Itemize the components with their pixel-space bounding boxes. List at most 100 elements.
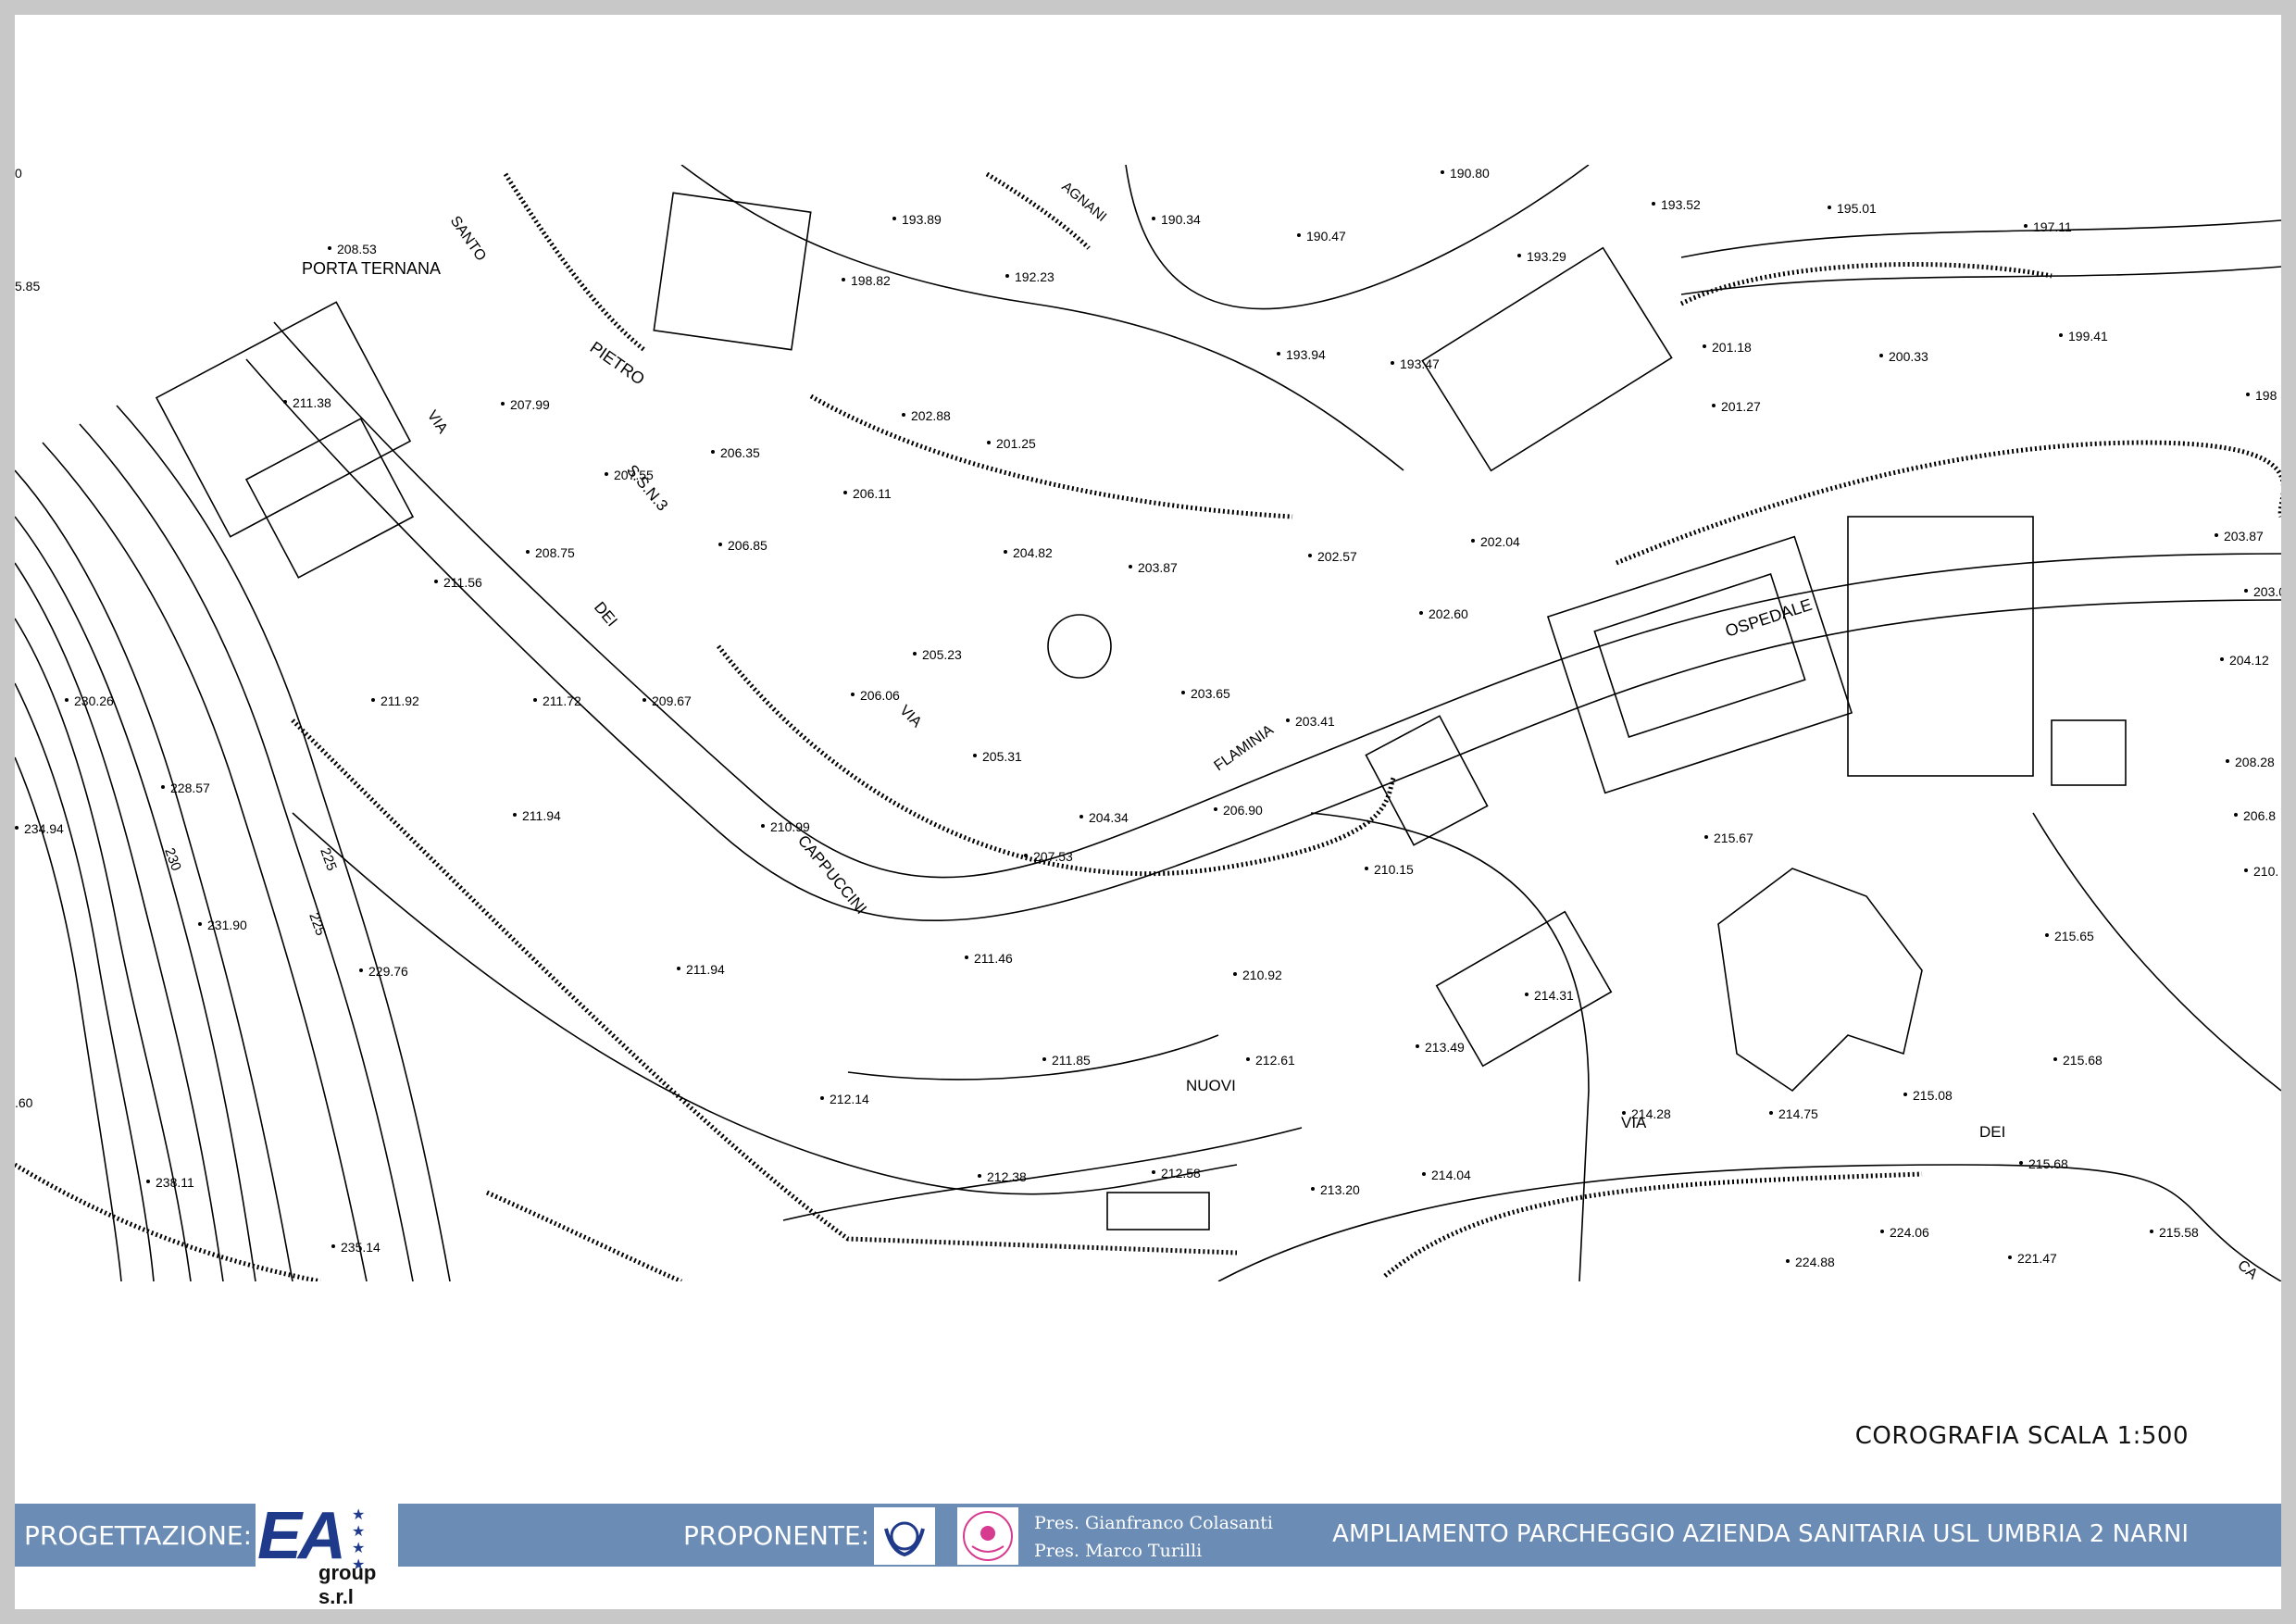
elevation-label: 202.88: [911, 408, 951, 423]
elevation-label: 213.20: [1320, 1182, 1360, 1197]
elevation-label: 208.28: [2235, 755, 2275, 769]
elevation-label: 214.31: [1534, 988, 1574, 1003]
survey-point: [328, 246, 331, 250]
elevation-label: 207.53: [1033, 849, 1073, 864]
survey-point: [1042, 1057, 1046, 1061]
elevation-label: 195.01: [1837, 201, 1877, 216]
survey-point: [1214, 807, 1217, 811]
survey-point: [2244, 589, 2248, 593]
presidents-block: Pres. Gianfranco Colasanti Pres. Marco T…: [1034, 1509, 1273, 1565]
cadastral-map[interactable]: PORTA TERNANA SANTO PIETRO VIA S.S.N.3 DEI CAP…: [15, 165, 2281, 1281]
street-label-cappuccini: CAPPUCCINI: [794, 831, 870, 918]
elevation-label: 193.29: [1527, 249, 1566, 264]
survey-point: [2220, 657, 2224, 661]
elevation-label: 193.52: [1661, 197, 1701, 212]
elevation-label: 208.53: [337, 242, 377, 256]
elevation-label: 199.41: [2068, 329, 2108, 344]
survey-point: [1828, 206, 1831, 209]
street-label-flaminia: FLAMINIA: [1212, 722, 1277, 774]
drawing-sheet: PORTA TERNANA SANTO PIETRO VIA S.S.N.3 DEI CAP…: [15, 15, 2281, 1609]
elevation-label: 206.90: [1223, 803, 1263, 818]
elevation-label: 215.68: [2063, 1053, 2103, 1068]
survey-point: [851, 693, 855, 696]
elevation-label: 190.47: [1306, 229, 1346, 244]
survey-point: [65, 698, 69, 702]
elevation-label: 190.34: [1161, 212, 1201, 227]
elevation-label: 213.49: [1425, 1040, 1465, 1055]
elevation-label: 235.14: [341, 1240, 381, 1255]
elevation-label: 206.06: [860, 688, 900, 703]
elevation-label: 203.87: [2224, 529, 2264, 543]
survey-point: [1024, 854, 1028, 857]
elevation-label: 206.8: [2243, 808, 2276, 823]
survey-point: [965, 956, 968, 959]
survey-point: [902, 413, 905, 417]
survey-point: [1704, 835, 1708, 839]
survey-point: [1879, 354, 1883, 357]
elevation-label: 211.94: [522, 808, 561, 823]
elevation-label: 200.33: [1889, 349, 1928, 364]
elevation-label: 197.11: [2033, 219, 2072, 234]
street-label-santo: SANTO: [447, 214, 489, 265]
survey-point: [718, 543, 722, 546]
survey-point: [820, 1096, 824, 1100]
elevation-label: 224.06: [1890, 1225, 1929, 1240]
survey-point: [978, 1174, 981, 1178]
survey-point: [1286, 718, 1290, 722]
survey-point: [1416, 1044, 1419, 1048]
proponente-label: PROPONENTE:: [683, 1520, 870, 1551]
elevation-label: .60: [15, 1095, 33, 1110]
survey-point: [1471, 539, 1475, 543]
survey-point: [371, 698, 375, 702]
survey-point: [1004, 550, 1007, 554]
elevation-label: 207.55: [614, 468, 654, 482]
elevation-label: 0: [15, 166, 22, 181]
survey-point: [2150, 1230, 2153, 1233]
survey-point: [198, 922, 202, 926]
survey-point: [1422, 1172, 1426, 1176]
survey-point: [2008, 1255, 2012, 1259]
map-drawing: PORTA TERNANASANTOPIETROVIAS.S.N.3DEICAP…: [15, 165, 2281, 1281]
elevation-label: 215.67: [1714, 831, 1753, 845]
president-2: Pres. Marco Turilli: [1034, 1541, 1203, 1561]
survey-point: [1652, 202, 1655, 206]
survey-point: [1441, 170, 1444, 174]
elevation-label: 231.90: [207, 918, 247, 932]
street-label-ca-edge: CA: [2234, 1257, 2260, 1281]
elevation-label: 203.65: [1191, 686, 1230, 701]
elevation-label: 204.82: [1013, 545, 1053, 560]
survey-point: [1391, 361, 1394, 365]
survey-point: [1880, 1230, 1884, 1233]
elevation-label: 211.38: [293, 395, 331, 410]
survey-point: [1005, 274, 1009, 278]
survey-point: [2226, 759, 2229, 763]
survey-point: [1703, 344, 1706, 348]
survey-point: [1712, 404, 1716, 407]
survey-point: [643, 698, 646, 702]
survey-point: [1277, 352, 1280, 356]
street-label-via-left: VIA: [424, 408, 451, 437]
survey-point: [677, 967, 680, 970]
elevation-label: 206.11: [853, 486, 892, 501]
elevation-label: 202.04: [1480, 534, 1520, 549]
survey-point: [987, 441, 991, 444]
elevation-label: 201.18: [1712, 340, 1752, 355]
elevation-label: 212.14: [830, 1092, 869, 1106]
survey-point: [1769, 1111, 1773, 1115]
survey-point: [146, 1180, 150, 1183]
elevation-label: 206.35: [720, 445, 760, 460]
survey-point: [761, 824, 765, 828]
elevation-label: 198.82: [851, 273, 891, 288]
street-label-via-flaminia-via: VIA: [896, 703, 924, 731]
elevation-label: 229.76: [368, 964, 408, 979]
survey-point: [1419, 611, 1423, 615]
elevation-label: 201.25: [996, 436, 1036, 451]
survey-point: [533, 698, 537, 702]
survey-point: [2246, 393, 2250, 396]
survey-point: [1622, 1111, 1626, 1115]
elevation-label: 211.92: [381, 693, 419, 708]
elevation-label: 211.56: [443, 575, 482, 590]
survey-point: [842, 278, 845, 281]
survey-point: [1308, 554, 1312, 557]
street-label-agnani: AGNANI: [1058, 179, 1109, 225]
